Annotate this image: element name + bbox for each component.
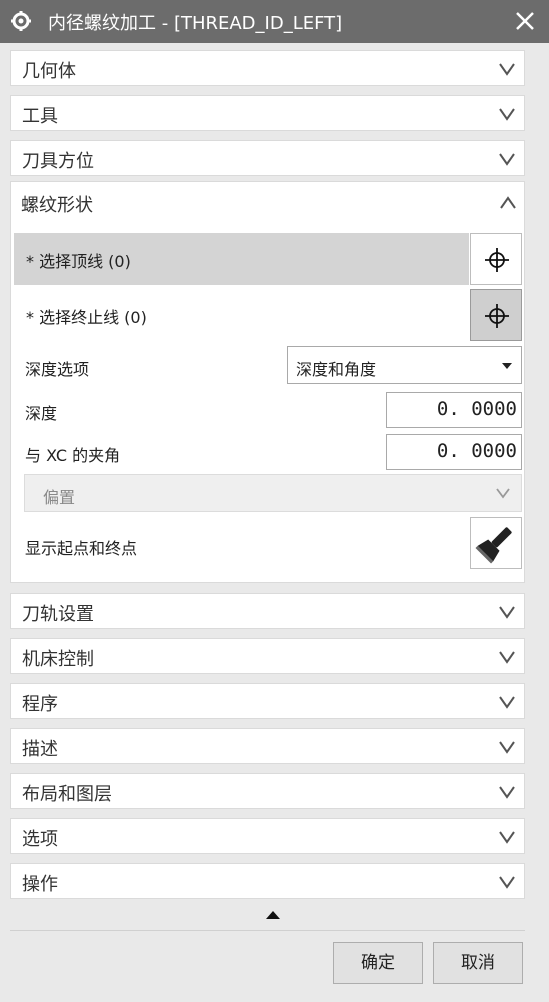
section-machine-control[interactable]: 机床控制 [10,638,525,674]
section-geometry[interactable]: 几何体 [10,50,525,86]
section-program[interactable]: 程序 [10,683,525,719]
show-points-label: 显示起点和终点 [25,539,138,558]
select-top-line-button[interactable] [470,233,522,285]
section-label: 描述 [22,739,58,760]
angle-input[interactable]: 0. 0000 [386,434,522,470]
dropdown-arrow-icon [502,363,512,369]
depth-input[interactable]: 0. 0000 [386,392,522,428]
footer-divider [10,930,525,931]
chevron-down-icon [499,741,515,754]
section-thread-shape[interactable]: 螺纹形状 [10,185,525,221]
show-points-button[interactable] [470,517,522,569]
depth-option-label: 深度选项 [25,360,90,379]
section-label: 工具 [22,106,58,127]
flashlight-icon [475,527,512,564]
title-bar: 内径螺纹加工 - [THREAD_ID_LEFT] [0,0,549,43]
select-top-line-row[interactable]: * 选择顶线 (0) [14,233,469,285]
section-tool[interactable]: 工具 [10,95,525,131]
chevron-down-icon [499,108,515,121]
collapse-up-icon[interactable] [266,911,280,919]
section-label: 几何体 [22,61,76,82]
select-top-line-label: * 选择顶线 (0) [26,252,131,271]
chevron-down-icon [499,153,515,166]
chevron-down-icon [496,488,510,499]
depth-option-select[interactable]: 深度和角度 [287,346,522,384]
gear-icon[interactable] [10,10,32,32]
section-layout-layers[interactable]: 布局和图层 [10,773,525,809]
chevron-down-icon [499,876,515,889]
chevron-up-icon [500,196,516,209]
section-label: 机床控制 [22,649,94,670]
offset-label: 偏置 [43,488,76,507]
section-options[interactable]: 选项 [10,818,525,854]
section-label: 程序 [22,694,58,715]
section-label: 操作 [22,874,58,895]
angle-label: 与 XC 的夹角 [25,446,121,465]
chevron-down-icon [499,606,515,619]
chevron-down-icon [499,831,515,844]
window-title: 内径螺纹加工 - [THREAD_ID_LEFT] [48,13,343,34]
depth-label: 深度 [25,404,58,423]
select-end-line-button[interactable] [470,289,522,341]
chevron-down-icon [499,651,515,664]
section-actions[interactable]: 操作 [10,863,525,899]
crosshair-icon [485,248,509,272]
crosshair-icon [485,304,509,328]
section-description[interactable]: 描述 [10,728,525,764]
section-label: 布局和图层 [22,784,112,805]
section-label: 螺纹形状 [21,195,93,216]
select-end-line-label: * 选择终止线 (0) [26,308,147,327]
section-label: 选项 [22,829,58,850]
section-label: 刀轨设置 [22,604,94,625]
section-tool-orientation[interactable]: 刀具方位 [10,140,525,176]
ok-button[interactable]: 确定 [333,942,423,984]
section-path-settings[interactable]: 刀轨设置 [10,593,525,629]
chevron-down-icon [499,63,515,76]
close-icon[interactable] [513,9,537,33]
chevron-down-icon [499,696,515,709]
section-label: 刀具方位 [22,151,94,172]
cancel-button[interactable]: 取消 [433,942,523,984]
select-end-line-row[interactable]: * 选择终止线 (0) [14,289,469,341]
chevron-down-icon [499,786,515,799]
section-offset[interactable]: 偏置 [24,474,522,512]
depth-option-value: 深度和角度 [296,360,377,379]
